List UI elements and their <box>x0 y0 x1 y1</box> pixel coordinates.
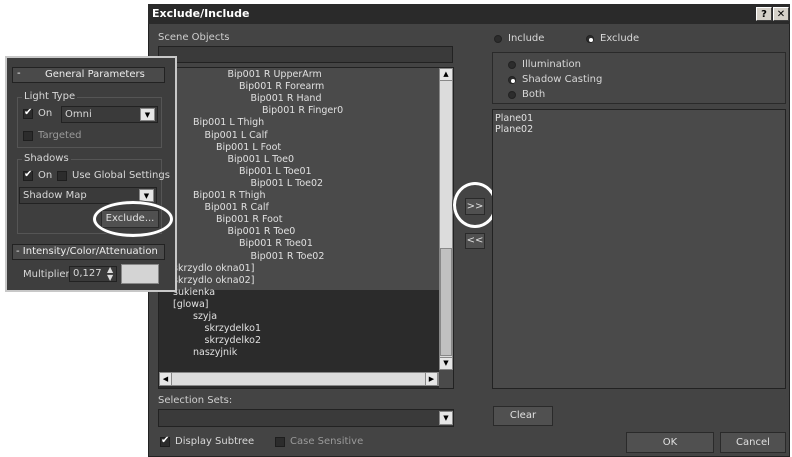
exclude-label: Exclude <box>600 33 640 44</box>
scene-list-item[interactable]: Bip001 R Foot <box>216 214 282 226</box>
targeted-label: Targeted <box>38 130 82 141</box>
include-radio[interactable] <box>494 35 502 43</box>
scene-list-item[interactable]: Bip001 R Finger0 <box>262 105 343 117</box>
shadows-on-checkbox[interactable] <box>23 169 33 181</box>
use-global-settings-label: Use Global Settings <box>72 170 170 181</box>
excluded-objects-list[interactable]: Plane01 Plane02 <box>492 109 786 389</box>
dialog-title: Exclude/Include <box>148 4 790 24</box>
case-sensitive-checkbox[interactable] <box>275 437 285 447</box>
scene-list-item[interactable]: Bip001 R Toe01 <box>239 238 313 250</box>
light-on-label: On <box>38 108 53 119</box>
selection-sets-label: Selection Sets: <box>158 395 233 406</box>
shadow-type-value: Shadow Map <box>23 190 87 201</box>
help-button[interactable]: ? <box>756 7 772 21</box>
scene-list-item[interactable]: sukienka <box>173 287 215 299</box>
move-to-scene-button[interactable]: << <box>465 233 485 249</box>
scene-list-item[interactable]: skrzydlo okna01] <box>173 263 254 275</box>
use-global-settings-checkbox[interactable] <box>57 171 67 181</box>
display-subtree-label: Display Subtree <box>175 436 255 447</box>
illumination-radio[interactable] <box>508 61 516 69</box>
scene-list-item[interactable]: Bip001 R Hand <box>251 93 322 105</box>
multiplier-spinner-icon[interactable]: ▲ ▼ <box>107 266 113 282</box>
scene-list-item[interactable]: Bip001 L Calf <box>205 130 268 142</box>
scene-list-item[interactable]: naszyjnik <box>193 347 237 359</box>
scrollbar-thumb[interactable] <box>440 248 452 356</box>
scene-list-item[interactable]: Bip001 R UpperArm <box>228 69 322 81</box>
scroll-down-arrow-icon[interactable]: ▼ <box>439 357 453 370</box>
exclude-radio[interactable] <box>586 35 594 43</box>
light-type-value: Omni <box>65 109 92 120</box>
light-on-checkbox[interactable] <box>23 107 33 119</box>
scene-list-item[interactable]: Bip001 R Thigh <box>193 190 265 202</box>
general-params-title: General Parameters <box>45 69 145 80</box>
scene-search-input[interactable] <box>158 46 453 63</box>
both-radio[interactable] <box>508 91 516 99</box>
scene-objects-list[interactable]: Bip001 R UpperArm Bip001 R Forearm Bip001 … <box>158 67 454 389</box>
shadow-type-arrow-icon[interactable]: ▼ <box>139 189 154 202</box>
scene-list-item[interactable]: [glowa] <box>173 299 209 311</box>
scene-list-item[interactable]: Bip001 L Toe01 <box>239 166 312 178</box>
shadow-casting-label: Shadow Casting <box>522 74 603 85</box>
excluded-list-item[interactable]: Plane02 <box>495 124 533 136</box>
illumination-label: Illumination <box>522 59 581 70</box>
intensity-title: - Intensity/Color/Attenuation <box>16 246 158 257</box>
shadows-on-label: On <box>38 170 53 181</box>
light-type-label: Light Type <box>22 91 78 102</box>
scroll-left-arrow-icon[interactable]: ◀ <box>159 372 172 386</box>
shadow-casting-radio[interactable] <box>508 76 516 84</box>
multiplier-value: 0,127 <box>73 268 102 279</box>
scroll-up-arrow-icon[interactable]: ▲ <box>439 68 453 81</box>
scene-list-hscrollbar[interactable] <box>159 372 439 386</box>
scene-list-item[interactable]: skrzydelko1 <box>205 323 262 335</box>
include-label: Include <box>508 33 545 44</box>
clear-button[interactable]: Clear <box>493 406 553 426</box>
scene-objects-label: Scene Objects <box>158 32 230 43</box>
scene-list-item[interactable]: Bip001 L Foot <box>216 142 281 154</box>
cancel-button[interactable]: Cancel <box>720 432 786 453</box>
shadows-label: Shadows <box>22 153 71 164</box>
collapse-icon: - <box>17 68 21 79</box>
exclude-highlight-circle <box>93 201 173 237</box>
scene-list-item[interactable]: Bip001 L Thigh <box>193 117 264 129</box>
display-subtree-checkbox[interactable] <box>160 435 170 447</box>
scene-list-item[interactable]: szyja <box>193 311 217 323</box>
light-type-arrow-icon[interactable]: ▼ <box>140 108 155 121</box>
scene-list-item[interactable]: Bip001 R Toe02 <box>251 251 325 263</box>
scene-list-item[interactable]: Bip001 R Forearm <box>239 81 324 93</box>
multiplier-label: Multiplier: <box>23 269 73 280</box>
scene-list-item[interactable]: Bip001 R Toe0 <box>228 226 296 238</box>
highlight-circle <box>453 182 497 228</box>
scene-list-item[interactable]: skrzydelko2 <box>205 335 262 347</box>
light-color-swatch[interactable] <box>121 264 159 284</box>
close-button[interactable]: ✕ <box>773 7 789 21</box>
selection-sets-dropdown[interactable] <box>158 409 454 427</box>
scene-list-item[interactable]: Bip001 L Toe02 <box>251 178 324 190</box>
scroll-right-arrow-icon[interactable]: ▶ <box>425 372 438 386</box>
scene-list-item[interactable]: Bip001 L Toe0 <box>228 154 295 166</box>
both-label: Both <box>522 89 546 100</box>
ok-button[interactable]: OK <box>626 432 714 453</box>
scene-list-item[interactable]: skrzydlo okna02] <box>173 275 254 287</box>
dropdown-arrow-icon[interactable]: ▼ <box>439 411 453 425</box>
case-sensitive-label: Case Sensitive <box>290 436 364 447</box>
targeted-checkbox[interactable] <box>23 131 33 141</box>
scene-list-item[interactable]: Bip001 R Calf <box>205 202 269 214</box>
